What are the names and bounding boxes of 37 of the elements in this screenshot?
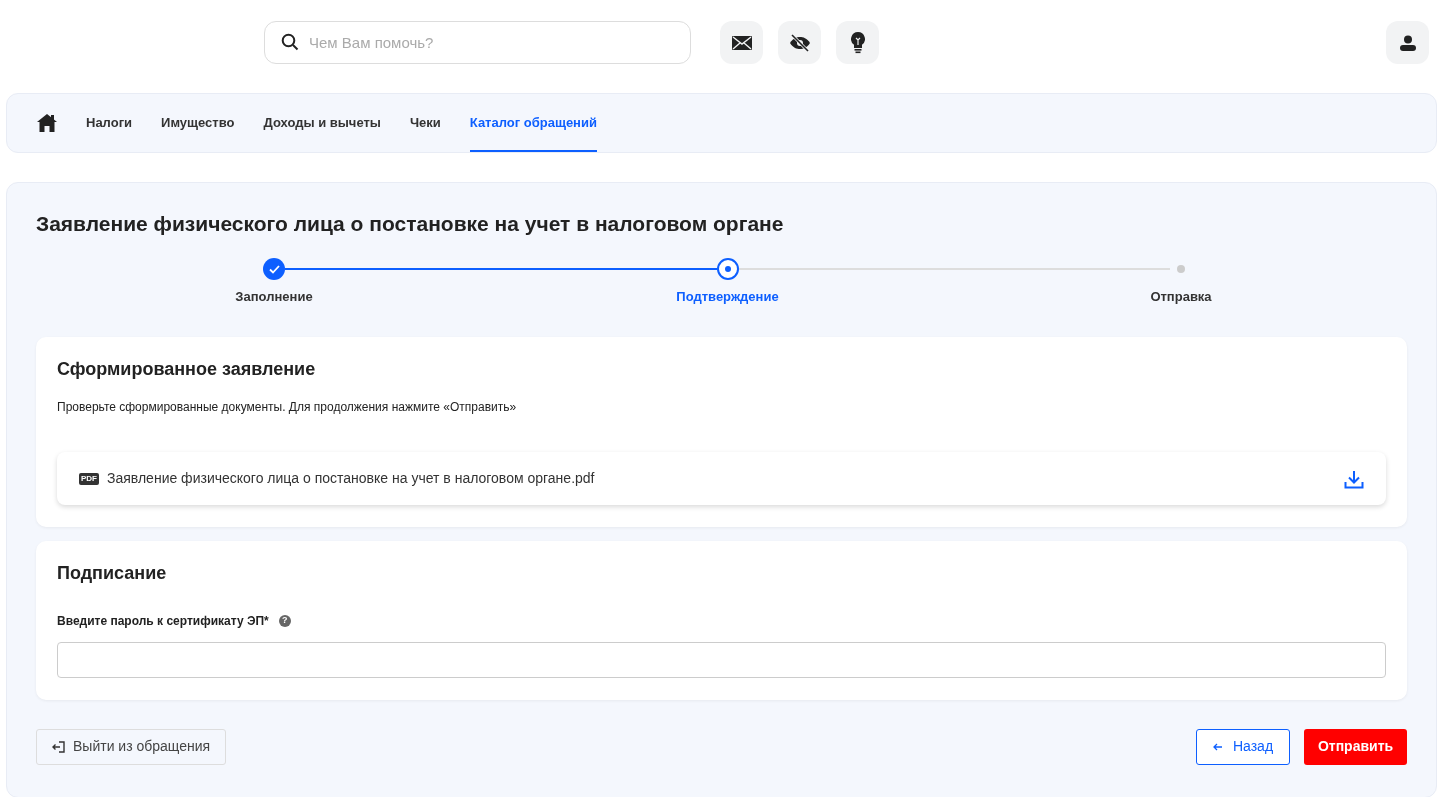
nav-link[interactable]: Налоги bbox=[86, 94, 133, 152]
nav-link[interactable]: Каталог обращений bbox=[469, 94, 597, 152]
tips-button[interactable] bbox=[836, 21, 879, 64]
visibility-button[interactable] bbox=[778, 21, 821, 64]
dot-icon bbox=[724, 266, 731, 273]
exit-icon bbox=[52, 740, 65, 753]
card-title: Подписание bbox=[57, 563, 168, 585]
file-name: Заявление физического лица о постановке на учет в налоговом органе.pdf bbox=[107, 469, 596, 489]
step-label: Отправка bbox=[1150, 288, 1212, 307]
pdf-icon: PDF bbox=[79, 472, 99, 485]
envelope-icon bbox=[731, 35, 752, 50]
nav-link[interactable]: Доходы и вычеты bbox=[263, 94, 381, 152]
lightbulb-icon bbox=[850, 31, 865, 54]
back-button[interactable]: Назад bbox=[1196, 728, 1290, 765]
search-icon bbox=[281, 33, 299, 51]
search-field[interactable]: Чем Вам помочь? bbox=[264, 21, 691, 64]
exit-button[interactable]: Выйти из обращения bbox=[36, 728, 227, 765]
check-icon bbox=[268, 264, 280, 274]
step-marker bbox=[1177, 265, 1185, 274]
field-label: Введите пароль к сертификату ЭП* bbox=[57, 612, 269, 630]
mail-button[interactable] bbox=[720, 21, 763, 64]
step-label: Подтверждение bbox=[676, 288, 779, 307]
card-hint: Проверьте сформированные документы. Для продолжения нажмите «Отправить» bbox=[57, 399, 518, 417]
help-icon[interactable]: ? bbox=[278, 614, 291, 627]
nav-link[interactable]: Чеки bbox=[409, 94, 441, 152]
home-icon bbox=[37, 114, 57, 132]
step-label: Заполнение bbox=[235, 288, 313, 307]
card-title: Сформированное заявление bbox=[57, 358, 317, 381]
password-field[interactable] bbox=[57, 641, 1386, 678]
user-icon bbox=[1399, 34, 1416, 51]
eye-crossed-icon bbox=[788, 33, 811, 52]
submit-button[interactable]: Отправить bbox=[1304, 728, 1407, 765]
profile-button[interactable] bbox=[1386, 21, 1429, 64]
arrow-left-icon bbox=[1212, 742, 1223, 751]
download-icon bbox=[1344, 470, 1364, 490]
page-title: Заявление физического лица о постановке на учет в налоговом органе bbox=[36, 211, 785, 237]
nav-link[interactable]: Имущество bbox=[161, 94, 235, 152]
